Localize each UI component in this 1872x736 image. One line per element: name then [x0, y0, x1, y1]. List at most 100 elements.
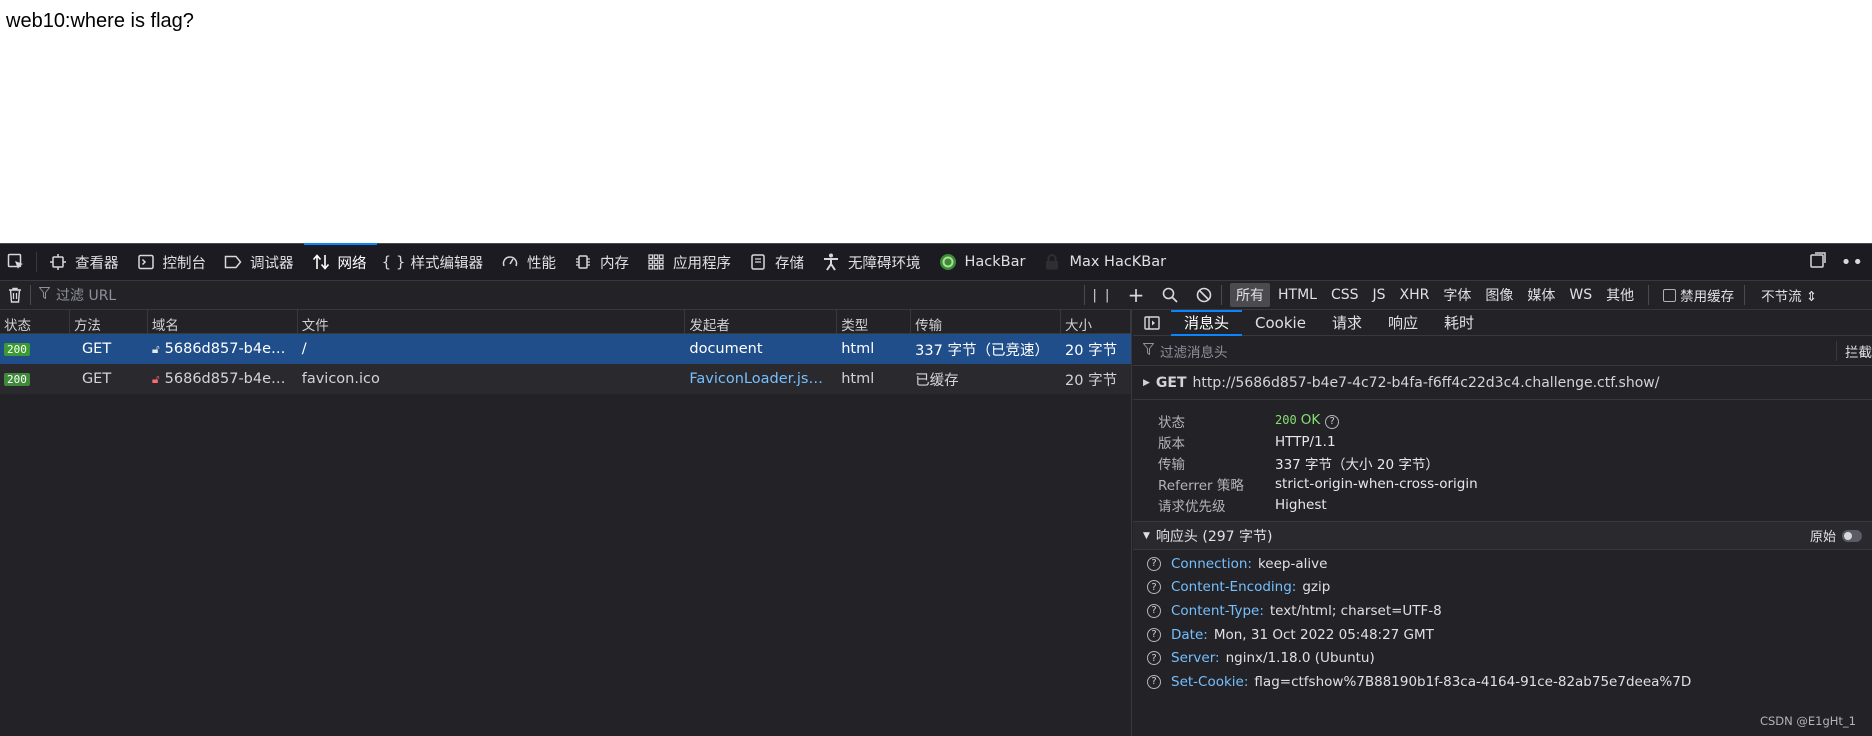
request-details-panel: 消息头 Cookie 请求 响应 耗时 过滤消息头 拦截 ▶ GET http:… — [1133, 310, 1872, 736]
help-icon[interactable]: ? — [1147, 674, 1161, 689]
trash-icon — [9, 287, 21, 303]
tab-inspector[interactable]: 查看器 — [41, 244, 129, 280]
column-headers: 状态 方法 域名 文件 发起者 类型 传输 大小 — [0, 310, 1131, 334]
type-filter-images[interactable]: 图像 — [1479, 283, 1519, 307]
method-cell: GET — [81, 341, 112, 357]
type-filter-fonts[interactable]: 字体 — [1437, 283, 1477, 307]
expand-triangle-icon: ▶ — [1143, 377, 1150, 388]
tab-application[interactable]: 应用程序 — [639, 244, 741, 280]
column-header-status[interactable]: 状态 — [0, 310, 70, 333]
help-icon[interactable]: ? — [1147, 627, 1161, 642]
type-filter-all[interactable]: 所有 — [1230, 283, 1270, 307]
hackbar-icon — [937, 253, 959, 271]
tab-headers[interactable]: 消息头 — [1171, 310, 1243, 336]
type-filter-xhr[interactable]: XHR — [1394, 285, 1436, 305]
insecure-lock-icon: 🔓︎ — [151, 372, 160, 386]
tab-console[interactable]: 控制台 — [129, 244, 217, 280]
help-icon[interactable]: ? — [1147, 556, 1161, 571]
type-filter-other[interactable]: 其他 — [1600, 283, 1640, 307]
help-icon[interactable]: ? — [1147, 580, 1161, 595]
devtools-toolbar: 查看器 控制台 调试器 网络 { } 样式编辑器 性能 内存 应用程序 存储 无… — [0, 243, 1872, 281]
headers-filter-input[interactable]: 过滤消息头 拦截 — [1133, 336, 1872, 366]
summary-row-transfer: 传输 337 字节（大小 20 字节） — [1158, 452, 1872, 473]
type-filter-css[interactable]: CSS — [1325, 285, 1365, 305]
type-filter-ws[interactable]: WS — [1563, 285, 1598, 305]
request-list: 状态 方法 域名 文件 发起者 类型 传输 大小 200 GET 🔓︎ 5686d… — [0, 310, 1132, 736]
disable-cache-checkbox[interactable]: 禁用缓存 — [1663, 285, 1734, 305]
console-icon — [135, 253, 157, 271]
request-url-line[interactable]: ▶ GET http://5686d857-b4e7-4c72-b4fa-f6f… — [1133, 366, 1872, 400]
status-code: 200 — [1275, 413, 1297, 428]
tab-label: 无障碍环境 — [848, 255, 921, 272]
column-header-file[interactable]: 文件 — [298, 310, 686, 333]
help-icon[interactable]: ? — [1147, 603, 1161, 618]
table-row[interactable]: 200 GET 🔓︎ 5686d857-b4e7... / document ht… — [0, 334, 1131, 364]
column-header-domain[interactable]: 域名 — [148, 310, 298, 333]
domain-cell: 🔓︎ 5686d857-b4e7... — [148, 341, 298, 357]
element-picker-button[interactable] — [0, 244, 32, 280]
column-header-method[interactable]: 方法 — [70, 310, 148, 333]
add-button[interactable]: + — [1119, 281, 1153, 309]
pause-button[interactable]: | | — [1085, 281, 1119, 309]
filter-tools: | | + — [1085, 281, 1221, 309]
type-filter-media[interactable]: 媒体 — [1521, 283, 1561, 307]
request-summary: 状态 200 OK? 版本 HTTP/1.1 传输 337 字节（大小 20 字节… — [1133, 400, 1872, 522]
tab-debugger[interactable]: 调试器 — [216, 244, 304, 280]
header-key: Set-Cookie: — [1171, 673, 1249, 690]
summary-key: 状态 — [1158, 414, 1185, 431]
tab-accessibility[interactable]: 无障碍环境 — [814, 244, 931, 280]
domain-cell: 🔓︎ 5686d857-b4e7... — [148, 371, 298, 387]
filter-funnel-icon — [1142, 342, 1155, 359]
tab-request[interactable]: 请求 — [1319, 310, 1375, 335]
tab-style-editor[interactable]: { } 样式编辑器 — [377, 244, 494, 280]
filter-separator — [1221, 285, 1222, 305]
url-filter-input[interactable]: 过滤 URL — [31, 285, 1084, 305]
header-value: Mon, 31 Oct 2022 05:48:27 GMT — [1213, 626, 1434, 643]
initiator-link[interactable]: FaviconLoader.jsm:... — [685, 371, 837, 387]
tab-max-hackbar[interactable]: Max HacKBar — [1035, 244, 1176, 280]
throttle-select[interactable]: 不节流 ⇕ — [1761, 285, 1817, 305]
collapse-triangle-icon: ▼ — [1143, 530, 1150, 541]
type-filter-js[interactable]: JS — [1367, 285, 1392, 305]
tab-timings[interactable]: 耗时 — [1431, 310, 1487, 335]
tab-hackbar[interactable]: HackBar — [931, 244, 1036, 280]
tab-storage[interactable]: 存储 — [741, 244, 814, 280]
column-header-type[interactable]: 类型 — [837, 310, 912, 333]
help-icon[interactable]: ? — [1325, 414, 1340, 429]
block-button[interactable] — [1187, 281, 1221, 309]
devtools-panel: 查看器 控制台 调试器 网络 { } 样式编辑器 性能 内存 应用程序 存储 无… — [0, 243, 1872, 736]
tab-response[interactable]: 响应 — [1375, 310, 1431, 335]
tab-memory[interactable]: 内存 — [566, 244, 639, 280]
max-hackbar-icon — [1041, 253, 1063, 271]
block-icon — [1196, 287, 1212, 303]
dock-icon[interactable] — [1809, 251, 1827, 273]
tab-performance[interactable]: 性能 — [493, 244, 566, 280]
details-tabs: 消息头 Cookie 请求 响应 耗时 — [1133, 310, 1872, 336]
header-row: ? Date: Mon, 31 Oct 2022 05:48:27 GMT — [1133, 623, 1872, 647]
summary-row-version: 版本 HTTP/1.1 — [1158, 431, 1872, 452]
response-headers-section[interactable]: ▼ 响应头 (297 字节) 原始 — [1133, 522, 1872, 550]
column-header-size[interactable]: 大小 — [1061, 310, 1131, 333]
help-icon[interactable]: ? — [1147, 651, 1161, 666]
block-button[interactable]: 拦截 — [1836, 340, 1872, 361]
tab-label: 样式编辑器 — [410, 255, 484, 272]
network-filter-bar: 过滤 URL | | + 所有 HTML CSS JS XHR 字体 图像 媒体… — [0, 281, 1872, 310]
headers-filter-placeholder: 过滤消息头 — [1160, 344, 1228, 361]
column-header-transferred[interactable]: 传输 — [911, 310, 1062, 333]
more-options-icon[interactable]: •• — [1841, 252, 1864, 273]
table-row[interactable]: 200 GET 🔓︎ 5686d857-b4e7... favicon.ico F… — [0, 364, 1131, 394]
clear-button[interactable] — [0, 287, 30, 303]
toggle-panel-button[interactable] — [1133, 310, 1171, 335]
search-button[interactable] — [1153, 281, 1187, 309]
domain-text: 5686d857-b4e7... — [164, 371, 295, 387]
request-method: GET — [1155, 374, 1187, 391]
watermark-text: CSDN @E1gHt_1 — [1759, 714, 1856, 728]
size-cell: 20 字节 — [1065, 372, 1118, 389]
type-filter-html[interactable]: HTML — [1272, 285, 1323, 305]
page-content: web10:where is flag? — [0, 0, 1872, 243]
toolbar-right-controls: •• — [1809, 244, 1872, 280]
tab-network[interactable]: 网络 — [303, 243, 377, 280]
tab-cookies[interactable]: Cookie — [1242, 310, 1319, 335]
column-header-initiator[interactable]: 发起者 — [685, 310, 838, 333]
raw-toggle[interactable]: 原始 — [1810, 526, 1862, 545]
